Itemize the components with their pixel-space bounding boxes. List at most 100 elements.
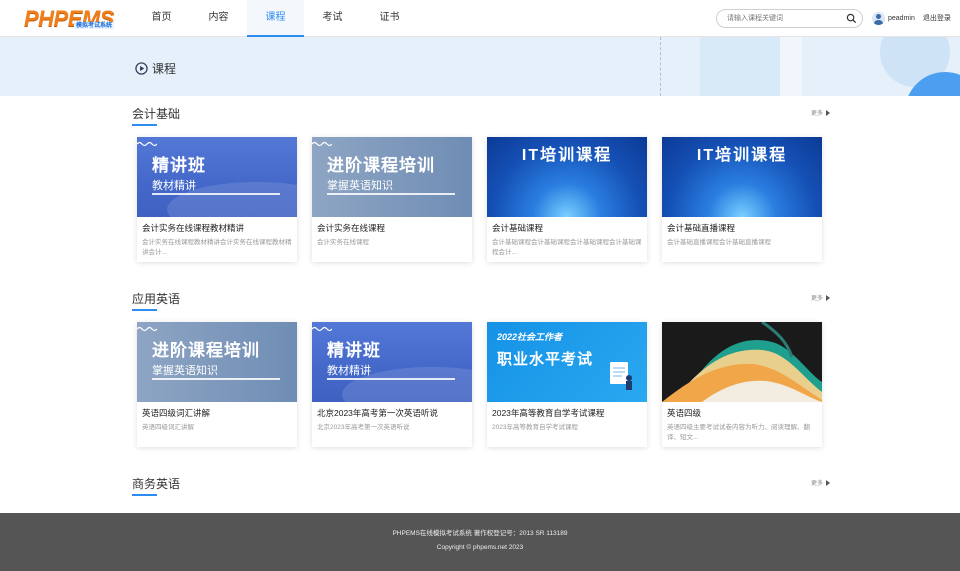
course-list: 精讲班 教材精讲 会计实务在线课程教材精讲 会计实务在线课程教材精讲会计实务在线… — [137, 137, 822, 262]
course-description: 北京2023年高考第一次英语听说 — [317, 424, 410, 431]
course-thumbnail: 精讲班 教材精讲 — [312, 322, 472, 402]
nav-courses[interactable]: 课程 — [247, 0, 304, 37]
thumbnail-headline: 职业水平考试 — [497, 351, 594, 368]
course-title: 北京2023年高考第一次英语听说 — [317, 408, 438, 418]
banner-decoration — [780, 37, 802, 96]
username[interactable]: peadmin — [888, 15, 915, 22]
arrow-right-icon — [826, 294, 830, 301]
more-label: 更多 — [810, 296, 823, 302]
arrow-right-icon — [826, 109, 830, 116]
nav-home[interactable]: 首页 — [133, 0, 190, 37]
person-reading-icon — [610, 362, 632, 390]
page-footer: PHPEMS在线模拟考试系统 著作权登记号：2013 SR 113189 Cop… — [0, 513, 960, 571]
thumbnail-subline: 掌握英语知识 — [327, 180, 393, 192]
course-card[interactable]: 进阶课程培训 掌握英语知识 英语四级词汇讲解 英语四级词汇讲解 — [137, 322, 297, 447]
page-title: 课程 — [135, 61, 177, 76]
thumbnail-headline: 精讲班 — [327, 341, 381, 360]
more-link[interactable]: 更多 — [811, 478, 830, 487]
section-applied-english: 应用英语 更多 进阶课程培训 掌握英语知识 英语四级词汇讲解 英语四级词汇讲解 … — [132, 290, 830, 455]
thumbnail-headline: IT培训课程 — [696, 147, 788, 164]
more-link[interactable]: 更多 — [811, 293, 830, 302]
course-thumbnail: 2022社会工作者 职业水平考试 — [487, 322, 647, 402]
section-header: 商务英语 更多 — [132, 475, 830, 497]
logout-link[interactable]: 退出登录 — [923, 13, 951, 23]
top-navigation-bar: PHPEMS 模拟考试系统 首页 内容 课程 考试 证书 peadmin 退出登… — [0, 0, 960, 37]
phpems-logo[interactable]: PHPEMS 模拟考试系统 — [24, 6, 124, 32]
course-card[interactable]: 进阶课程培训 掌握英语知识 会计实务在线课程 会计实务在线课程 — [312, 137, 472, 262]
course-list: 进阶课程培训 掌握英语知识 英语四级词汇讲解 英语四级词汇讲解 精讲班 教材精讲… — [137, 322, 822, 447]
course-card[interactable]: IT培训课程 会计基础直播课程 会计基础直播课程会计基础直播课程 — [662, 137, 822, 262]
section-title: 会计基础 — [132, 107, 181, 121]
thumbnail-subline: 掌握英语知识 — [152, 365, 218, 377]
course-title: 英语四级词汇讲解 — [142, 408, 211, 418]
course-description: 英语四级词汇讲解 — [142, 424, 194, 431]
course-thumbnail: 进阶课程培训 掌握英语知识 — [312, 137, 472, 217]
arrow-right-icon — [826, 479, 830, 486]
footer-copyright-registration: PHPEMS在线模拟考试系统 著作权登记号：2013 SR 113189 — [392, 530, 568, 537]
section-header: 会计基础 更多 — [132, 105, 830, 127]
course-title: 会计基础课程 — [492, 223, 544, 233]
banner-decoration — [660, 37, 661, 96]
more-label: 更多 — [810, 111, 823, 117]
course-thumbnail: IT培训课程 — [662, 137, 822, 217]
thumbnail-divider — [152, 193, 280, 195]
section-underline — [132, 494, 157, 496]
thumbnail-headline: 进阶课程培训 — [327, 156, 435, 175]
abstract-waves-image — [662, 322, 822, 402]
page-title-text: 课程 — [152, 61, 177, 76]
nav-certificates[interactable]: 证书 — [361, 0, 418, 37]
section-header: 应用英语 更多 — [132, 290, 830, 312]
wave-icon — [137, 326, 157, 332]
section-title: 应用英语 — [132, 292, 181, 306]
wave-icon — [137, 141, 157, 147]
wave-icon — [312, 326, 332, 332]
course-title: 会计实务在线课程教材精讲 — [142, 223, 245, 233]
section-underline — [132, 124, 157, 126]
course-card[interactable]: 2022社会工作者 职业水平考试 2023年高等教育自学考试课程 2023年高等… — [487, 322, 647, 447]
wave-icon — [312, 141, 332, 147]
course-description: 会计基础直播课程会计基础直播课程 — [667, 239, 771, 246]
course-thumbnail: 精讲班 教材精讲 — [137, 137, 297, 217]
course-description: 会计基础课程会计基础课程会计基础课程会计基础课程会计... — [492, 239, 642, 256]
thumbnail-divider — [152, 378, 280, 380]
course-description: 会计实务在线课程 — [317, 239, 369, 246]
main-nav: 首页 内容 课程 考试 证书 — [133, 0, 418, 37]
course-title: 2023年高等教育自学考试课程 — [492, 408, 605, 418]
course-title: 英语四级 — [667, 408, 702, 418]
course-description: 会计实务在线课程教材精讲会计实务在线课程教材精讲会计... — [142, 239, 292, 256]
avatar[interactable] — [872, 11, 885, 25]
nav-exams[interactable]: 考试 — [304, 0, 361, 37]
logo-subtitle: 模拟考试系统 — [74, 22, 115, 29]
thumbnail-headline: 精讲班 — [152, 156, 206, 175]
section-underline — [132, 309, 157, 311]
banner-decoration — [700, 37, 780, 96]
footer-copyright: Copyright © phpems.net 2023 — [436, 544, 524, 551]
course-thumbnail: 进阶课程培训 掌握英语知识 — [137, 322, 297, 402]
thumbnail-headline: 进阶课程培训 — [152, 341, 260, 360]
search-icon[interactable] — [846, 13, 857, 24]
course-card[interactable]: IT培训课程 会计基础课程 会计基础课程会计基础课程会计基础课程会计基础课程会计… — [487, 137, 647, 262]
course-card[interactable]: 英语四级 英语四级主要考试试卷内容为听力、阅读理解、翻译、短文... — [662, 322, 822, 447]
section-accounting-basics: 会计基础 更多 精讲班 教材精讲 会计实务在线课程教材精讲 会计实务在线课程教材… — [132, 105, 830, 270]
course-card[interactable]: 精讲班 教材精讲 北京2023年高考第一次英语听说 北京2023年高考第一次英语… — [312, 322, 472, 447]
search-input[interactable] — [727, 12, 842, 25]
course-description: 2023年高等教育自学考试课程 — [492, 424, 578, 431]
section-business-english: 商务英语 更多 — [132, 475, 830, 505]
thumbnail-subline: 2022社会工作者 — [497, 332, 563, 342]
thumbnail-divider — [327, 378, 455, 380]
search-box — [716, 9, 863, 28]
nav-content[interactable]: 内容 — [190, 0, 247, 37]
page-banner: 课程 — [0, 37, 960, 96]
thumbnail-divider — [327, 193, 455, 195]
course-card[interactable]: 精讲班 教材精讲 会计实务在线课程教材精讲 会计实务在线课程教材精讲会计实务在线… — [137, 137, 297, 262]
section-title: 商务英语 — [132, 477, 181, 491]
course-title: 会计实务在线课程 — [317, 223, 386, 233]
thumbnail-headline: IT培训课程 — [521, 147, 613, 164]
user-area: peadmin 退出登录 — [872, 11, 951, 25]
thumbnail-subline: 教材精讲 — [327, 365, 371, 377]
play-circle-icon — [135, 61, 148, 75]
course-thumbnail: IT培训课程 — [487, 137, 647, 217]
more-link[interactable]: 更多 — [811, 108, 830, 117]
course-description: 英语四级主要考试试卷内容为听力、阅读理解、翻译、短文... — [667, 424, 810, 441]
course-thumbnail — [662, 322, 822, 402]
